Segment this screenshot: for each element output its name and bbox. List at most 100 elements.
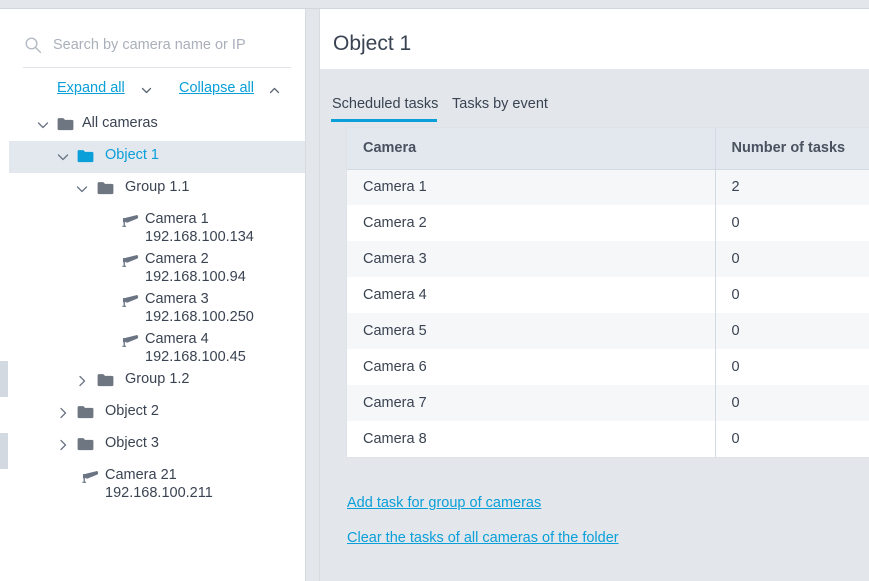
tab-scheduled-tasks[interactable]: Scheduled tasks xyxy=(332,96,438,112)
folder-icon xyxy=(97,181,114,195)
cell-number-of-tasks: 2 xyxy=(714,169,869,205)
tasks-table-body: Camera 1 2 Camera 2 0 Camera 3 0 Camera 4 0 Came… xyxy=(347,169,869,457)
table-row[interactable]: Camera 12 xyxy=(347,169,869,205)
table-row[interactable]: Camera 40 xyxy=(347,277,869,313)
tree-item-label: Object 2 xyxy=(105,403,159,419)
add-task-for-group-link[interactable]: Add task for group of cameras xyxy=(347,495,847,511)
page-title: Object 1 xyxy=(333,32,412,55)
cell-camera: Camera 6 xyxy=(347,349,715,385)
content-header: Object 1 xyxy=(320,9,869,69)
tree-item-camera-21[interactable]: Camera 21 192.168.100.211 xyxy=(9,461,305,501)
collapse-all-link[interactable]: Collapse all xyxy=(179,80,254,96)
tree-item-label: Group 1.1 xyxy=(125,179,190,195)
cell-camera: Camera 2 xyxy=(347,205,715,241)
left-edge-scrollbar-thumb[interactable] xyxy=(0,361,8,397)
content-panel: Object 1 Scheduled tasks Tasks by event … xyxy=(320,9,869,581)
chevron-down-icon[interactable] xyxy=(36,118,50,132)
tree-item-object-1[interactable]: Object 1 xyxy=(9,141,305,173)
cell-number-of-tasks: 0 xyxy=(714,385,869,421)
cell-number-of-tasks: 0 xyxy=(714,421,869,457)
table-row[interactable]: Camera 20 xyxy=(347,205,869,241)
camera-icon xyxy=(79,468,99,484)
tree-item-label: Object 3 xyxy=(105,435,159,451)
tree-item-label: Camera 1 xyxy=(145,211,209,227)
chevron-right-icon[interactable] xyxy=(56,438,70,452)
table-row[interactable]: Camera 70 xyxy=(347,385,869,421)
tree-item-label: Object 1 xyxy=(105,147,159,163)
tree-item-label: All cameras xyxy=(82,115,158,131)
cell-camera: Camera 7 xyxy=(347,385,715,421)
tree-controls-row: Expand all Collapse all xyxy=(9,71,305,106)
chevron-down-icon[interactable] xyxy=(75,182,89,196)
panel-divider xyxy=(305,9,320,581)
cell-number-of-tasks: 0 xyxy=(714,277,869,313)
tree-item-ip-address: 192.168.100.134 xyxy=(145,229,254,245)
chevron-down-icon[interactable] xyxy=(56,150,70,164)
cell-camera: Camera 1 xyxy=(347,169,715,205)
tree-item-ip-address: 192.168.100.94 xyxy=(145,269,246,285)
chevron-right-icon[interactable] xyxy=(75,374,89,388)
tree-item-object-2[interactable]: Object 2 xyxy=(9,397,305,429)
cell-camera: Camera 4 xyxy=(347,277,715,313)
table-row[interactable]: Camera 50 xyxy=(347,313,869,349)
app-window: Expand all Collapse all All cameras Objec… xyxy=(0,0,869,581)
action-links: Add task for group of cameras Clear the t… xyxy=(347,495,847,565)
folder-icon xyxy=(77,437,94,451)
active-tab-indicator xyxy=(331,119,437,122)
search-input[interactable] xyxy=(51,33,291,57)
camera-icon xyxy=(119,292,139,308)
folder-icon xyxy=(77,149,94,163)
column-header-camera[interactable]: Camera xyxy=(347,128,715,170)
cell-number-of-tasks: 0 xyxy=(714,313,869,349)
cell-camera: Camera 5 xyxy=(347,313,715,349)
tree-item-camera-2[interactable]: Camera 2 192.168.100.94 xyxy=(9,245,305,285)
tree-item-all-cameras[interactable]: All cameras xyxy=(9,109,305,141)
tree-item-label: Camera 2 xyxy=(145,251,209,267)
tree-item-camera-4[interactable]: Camera 4 192.168.100.45 xyxy=(9,325,305,365)
camera-icon xyxy=(119,252,139,268)
search-icon xyxy=(24,36,42,54)
cell-number-of-tasks: 0 xyxy=(714,349,869,385)
tree-item-label: Camera 3 xyxy=(145,291,209,307)
tree-item-camera-3[interactable]: Camera 3 192.168.100.250 xyxy=(9,285,305,325)
tree-item-camera-1[interactable]: Camera 1 192.168.100.134 xyxy=(9,205,305,245)
cell-number-of-tasks: 0 xyxy=(714,205,869,241)
camera-tree: All cameras Object 1 Group 1.1 Camera 1 192.… xyxy=(9,109,305,501)
cell-number-of-tasks: 0 xyxy=(714,241,869,277)
tree-item-label: Camera 21 xyxy=(105,467,177,483)
tree-item-ip-address: 192.168.100.250 xyxy=(145,309,254,325)
tree-item-group-1-2[interactable]: Group 1.2 xyxy=(9,365,305,397)
tab-tasks-by-event[interactable]: Tasks by event xyxy=(452,96,548,112)
folder-icon xyxy=(97,373,114,387)
tasks-table-head: Camera Number of tasks xyxy=(347,128,869,170)
table-header-row: Camera Number of tasks xyxy=(347,128,869,170)
table-row[interactable]: Camera 80 xyxy=(347,421,869,457)
column-header-number-of-tasks[interactable]: Number of tasks xyxy=(714,128,869,170)
clear-tasks-of-folder-link[interactable]: Clear the tasks of all cameras of the fo… xyxy=(347,530,847,546)
table-row[interactable]: Camera 30 xyxy=(347,241,869,277)
panel-divider-left-edge xyxy=(305,9,306,581)
chevron-down-icon[interactable] xyxy=(140,84,153,97)
cell-camera: Camera 3 xyxy=(347,241,715,277)
cell-camera: Camera 8 xyxy=(347,421,715,457)
table-row[interactable]: Camera 60 xyxy=(347,349,869,385)
left-edge-scrollbar-track[interactable] xyxy=(0,9,9,581)
chevron-up-icon[interactable] xyxy=(268,84,281,97)
tree-item-label: Group 1.2 xyxy=(125,371,190,387)
camera-tree-sidebar: Expand all Collapse all All cameras Objec… xyxy=(9,9,305,581)
left-edge-scrollbar[interactable] xyxy=(0,9,9,581)
tree-item-label: Camera 4 xyxy=(145,331,209,347)
tasks-table: Camera Number of tasks Camera 1 2 Camera 2… xyxy=(347,128,869,457)
tab-bar: Scheduled tasks Tasks by event xyxy=(320,69,869,127)
tree-item-group-1-1[interactable]: Group 1.1 xyxy=(9,173,305,205)
tree-item-object-3[interactable]: Object 3 xyxy=(9,429,305,461)
tasks-table-container: Camera Number of tasks Camera 1 2 Camera 2… xyxy=(346,127,869,458)
folder-icon xyxy=(57,117,74,131)
sidebar-divider xyxy=(23,67,291,68)
left-edge-scrollbar-thumb-lower[interactable] xyxy=(0,433,8,469)
chevron-right-icon[interactable] xyxy=(56,406,70,420)
camera-icon xyxy=(119,332,139,348)
expand-all-link[interactable]: Expand all xyxy=(57,80,125,96)
folder-icon xyxy=(77,405,94,419)
search-row xyxy=(9,9,305,67)
